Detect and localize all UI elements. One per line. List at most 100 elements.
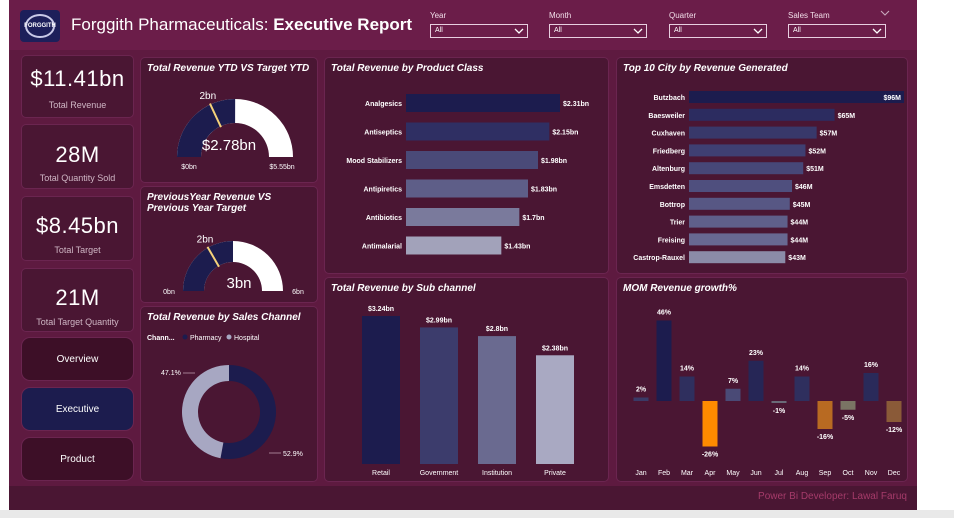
category-label: May [726, 470, 740, 477]
month-slicer-label: Month [549, 11, 572, 20]
data-label: $2.99bn [426, 317, 452, 324]
legend-item-hospital: Hospital [234, 335, 260, 342]
sales-team-slicer: Sales Team All [788, 10, 890, 38]
category-label: Jul [775, 470, 784, 477]
category-label: Dec [888, 470, 901, 477]
bar [362, 316, 400, 464]
category-label: Cuxhaven [652, 131, 685, 138]
data-label: $43M [788, 255, 806, 262]
data-label: 16% [864, 362, 879, 369]
category-label: Retail [372, 470, 390, 477]
gauge-value-label: 3bn [226, 275, 251, 292]
bar [689, 197, 790, 210]
data-label: 23% [749, 350, 764, 357]
gauge-target-label: 2bn [197, 235, 214, 246]
quarter-dropdown[interactable]: All [669, 24, 767, 38]
category-label: Emsdetten [649, 184, 685, 191]
chevron-down-icon [872, 28, 882, 34]
bar [679, 376, 695, 401]
category-label: Castrop-Rauxel [633, 255, 685, 262]
legend-title: Chann... [147, 335, 175, 342]
category-label: Antibiotics [366, 215, 402, 222]
data-label: -1% [773, 408, 786, 415]
kpi-label: Total Quantity Sold [39, 173, 116, 183]
data-label: -12% [886, 427, 903, 434]
category-label: Nov [865, 470, 878, 477]
category-label: Apr [705, 470, 717, 477]
bar [406, 94, 560, 112]
bar [689, 108, 835, 121]
developer-credit: Power Bi Developer: Lawal Faruq [758, 491, 907, 502]
gauge-min-label: 0bn [163, 289, 175, 296]
kpi-total-quantity-sold: 28M Total Quantity Sold [22, 125, 133, 188]
bar [689, 233, 788, 246]
sales-team-dropdown[interactable]: All [788, 24, 886, 38]
quarter-dropdown-value: All [674, 27, 682, 34]
category-label: Friedberg [653, 148, 685, 155]
bar [725, 388, 741, 401]
bar [689, 180, 793, 192]
kpi-value: $11.41bn [30, 66, 125, 91]
category-label: Bottrop [660, 202, 685, 209]
category-label: Analgesics [365, 101, 402, 108]
data-label: -26% [702, 452, 719, 459]
legend-swatch-hospital [226, 334, 232, 340]
category-label: Antiseptics [364, 130, 402, 137]
nav-executive-button[interactable]: Executive [22, 388, 133, 430]
donut-sales-channel-panel: Total Revenue by Sales Channel Chann... … [141, 307, 317, 481]
bar [794, 376, 810, 401]
month-dropdown[interactable]: All [549, 24, 647, 38]
donut-sales-channel-chart: Chann... Pharmacy Hospital 47.1% 52.9% [147, 334, 303, 459]
bar [702, 401, 718, 447]
bar [420, 327, 458, 464]
bar [406, 208, 520, 226]
category-label: Feb [658, 470, 670, 477]
slice-label-hospital: 47.1% [161, 370, 181, 377]
chevron-down-icon [633, 28, 643, 34]
data-label: $52M [808, 148, 826, 155]
gauge-previous-year-chart: 3bn 0bn 6bn 2bn [163, 235, 304, 296]
product-class-bar-chart: Analgesics $2.31bn Antiseptics $2.15bn Mood … [346, 94, 589, 255]
bar [840, 401, 856, 410]
data-label: -5% [842, 415, 855, 422]
data-label: 46% [657, 310, 672, 317]
data-label: $65M [838, 113, 856, 120]
data-label: $44M [791, 237, 809, 244]
data-label: -16% [817, 434, 834, 441]
data-label: $2.31bn [563, 101, 589, 108]
kpi-total-revenue: $11.41bn Total Revenue [22, 56, 133, 117]
footer-bar: Power Bi Developer: Lawal Faruq [9, 486, 917, 510]
category-label: Trier [670, 220, 685, 227]
data-label: $1.7bn [522, 215, 544, 222]
gauge-min-label: $0bn [181, 164, 197, 171]
chevron-down-icon[interactable] [880, 9, 890, 17]
bar [689, 215, 788, 228]
legend-item-pharmacy: Pharmacy [190, 335, 222, 342]
sub-channel-panel: Total Revenue by Sub channel $3.24bn Reta… [325, 278, 608, 481]
data-label: $2.38bn [542, 345, 568, 352]
bar [817, 401, 833, 429]
year-dropdown[interactable]: All [430, 24, 528, 38]
year-dropdown-value: All [435, 27, 443, 34]
data-label: $3.24bn [368, 306, 394, 313]
dashboard-canvas: FORGGITH Forggith Pharmaceuticals: Execu… [9, 0, 917, 510]
logo-text: FORGGITH [24, 14, 56, 38]
legend-swatch-pharmacy [182, 334, 188, 340]
bar [748, 360, 764, 401]
mom-growth-column-chart: 2% Jan 46% Feb 14% Mar -26% Apr 7% May 23% Jun -1% Ju… [633, 310, 903, 477]
kpi-total-target-quantity: 21M Total Target Quantity [22, 269, 133, 331]
bar [478, 336, 516, 464]
category-label: Government [420, 470, 459, 477]
taskbar-strip [0, 510, 954, 518]
nav-product-button[interactable]: Product [22, 438, 133, 480]
bar [689, 126, 817, 139]
month-dropdown-value: All [554, 27, 562, 34]
kpi-label: Total Target Quantity [36, 317, 119, 327]
bar [689, 251, 786, 264]
kpi-value: 28M [55, 142, 100, 167]
sales-team-slicer-label: Sales Team [788, 11, 830, 20]
category-label: Jun [750, 470, 761, 477]
gauge-target-label: 2bn [199, 91, 216, 102]
nav-overview-button[interactable]: Overview [22, 338, 133, 380]
gauge-max-label: $5.55bn [269, 164, 294, 171]
